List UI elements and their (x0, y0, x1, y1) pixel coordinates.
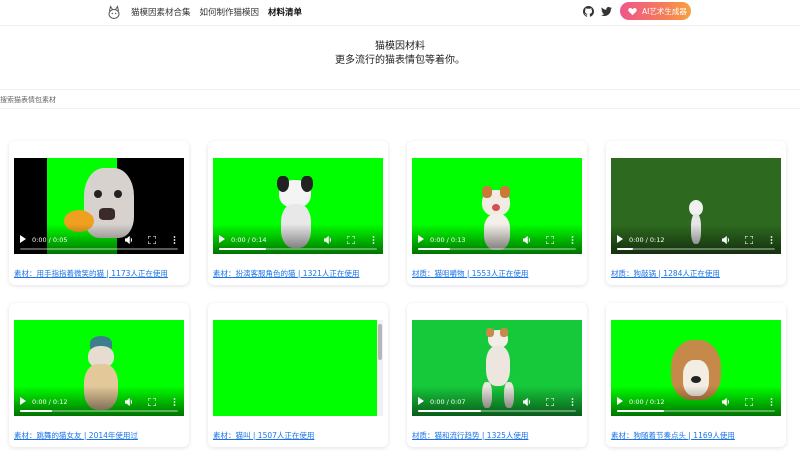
fullscreen-icon[interactable] (745, 398, 753, 406)
fullscreen-icon[interactable] (745, 236, 753, 244)
progress-bar[interactable] (617, 248, 775, 250)
more-options-icon[interactable] (173, 236, 176, 244)
play-icon[interactable] (418, 397, 424, 405)
video-controls: 0:00 / 0:07 (412, 386, 582, 416)
material-card: 0:00 / 0:14 素材：扮演客服角色的猫 | 1321人正在使用 (208, 141, 388, 285)
video-time: 0:00 / 0:12 (629, 236, 665, 244)
heart-icon (628, 7, 637, 15)
video-player[interactable]: 0:00 / 0:07 (412, 320, 582, 416)
video-time: 0:00 / 0:12 (629, 398, 665, 406)
nav-item-materials[interactable]: 材料清单 (268, 6, 302, 18)
volume-icon[interactable] (523, 398, 532, 406)
page-subtitle: 更多流行的猫表情包等着你。 (335, 55, 465, 66)
scrollbar[interactable] (377, 320, 383, 416)
fullscreen-icon[interactable] (148, 236, 156, 244)
material-caption-link[interactable]: 材质：猫咀嚼物 | 1553人正在使用 (412, 268, 528, 279)
volume-icon[interactable] (722, 398, 731, 406)
volume-icon[interactable] (722, 236, 731, 244)
play-icon[interactable] (418, 235, 424, 243)
play-icon[interactable] (20, 235, 26, 243)
play-icon[interactable] (617, 235, 623, 243)
progress-bar[interactable] (418, 410, 576, 412)
twitter-icon[interactable] (601, 6, 612, 17)
page-title: 猫模因材料 (375, 41, 425, 52)
ai-art-generator-button[interactable]: AI艺术生成器 (620, 2, 691, 20)
material-caption-link[interactable]: 素材：猫叫 | 1507人正在使用 (213, 430, 314, 441)
material-card: 0:00 / 0:07 材质：猫和流行趋势 | 1325人使用 (407, 303, 587, 447)
video-controls: 0:00 / 0:14 (213, 224, 383, 254)
volume-icon[interactable] (125, 398, 134, 406)
video-time: 0:00 / 0:05 (32, 236, 68, 244)
more-options-icon[interactable] (770, 236, 773, 244)
search-input[interactable] (0, 93, 300, 107)
material-caption-link[interactable]: 素材：扮演客服角色的猫 | 1321人正在使用 (213, 268, 359, 279)
progress-bar[interactable] (219, 248, 377, 250)
material-card: 0:00 / 0:13 材质：猫咀嚼物 | 1553人正在使用 (407, 141, 587, 285)
fullscreen-icon[interactable] (546, 236, 554, 244)
video-controls: 0:00 / 0:12 (611, 224, 781, 254)
material-card: 0:00 / 0:12 素材：跳舞的猫女友 | 2014年使用过 (9, 303, 189, 447)
nav-item-collection[interactable]: 猫模因素材合集 (131, 6, 191, 18)
volume-icon[interactable] (324, 236, 333, 244)
material-card: 0:00 / 0:05 素材：用手指指着微笑的猫 | 1173人正在使用 (9, 141, 189, 285)
material-card: 0:00 / 0:12 素材：狗随着节奏点头 | 1169人使用 (606, 303, 786, 447)
progress-bar[interactable] (20, 410, 178, 412)
video-time: 0:00 / 0:13 (430, 236, 466, 244)
cat-logo-icon[interactable] (106, 4, 122, 20)
material-caption-link[interactable]: 素材：跳舞的猫女友 | 2014年使用过 (14, 430, 138, 441)
github-icon[interactable] (583, 6, 594, 17)
material-card: 素材：猫叫 | 1507人正在使用 (208, 303, 388, 447)
fullscreen-icon[interactable] (148, 398, 156, 406)
material-caption-link[interactable]: 素材：狗随着节奏点头 | 1169人使用 (611, 430, 735, 441)
top-header: 猫模因素材合集 如何制作猫模因 材料清单 AI艺术生成器 (0, 0, 800, 26)
video-time: 0:00 / 0:12 (32, 398, 68, 406)
fullscreen-icon[interactable] (546, 398, 554, 406)
video-player[interactable]: 0:00 / 0:05 (14, 158, 184, 254)
video-player[interactable]: 0:00 / 0:13 (412, 158, 582, 254)
divider (0, 108, 800, 109)
video-time: 0:00 / 0:07 (430, 398, 466, 406)
video-player[interactable]: 0:00 / 0:12 (14, 320, 184, 416)
video-player[interactable]: 0:00 / 0:12 (611, 158, 781, 254)
video-controls: 0:00 / 0:13 (412, 224, 582, 254)
video-controls: 0:00 / 0:12 (14, 386, 184, 416)
play-icon[interactable] (20, 397, 26, 405)
progress-bar[interactable] (20, 248, 178, 250)
volume-icon[interactable] (125, 236, 134, 244)
nav-item-howto[interactable]: 如何制作猫模因 (200, 6, 260, 18)
more-options-icon[interactable] (770, 398, 773, 406)
video-controls: 0:00 / 0:12 (611, 386, 781, 416)
material-card: 0:00 / 0:12 材质：狗敲锅 | 1284人正在使用 (606, 141, 786, 285)
video-player[interactable]: 0:00 / 0:12 (611, 320, 781, 416)
material-caption-link[interactable]: 素材：用手指指着微笑的猫 | 1173人正在使用 (14, 268, 168, 279)
more-options-icon[interactable] (173, 398, 176, 406)
image-scroll-frame[interactable] (213, 320, 383, 416)
main-nav: 猫模因素材合集 如何制作猫模因 材料清单 (131, 6, 302, 18)
progress-bar[interactable] (617, 410, 775, 412)
progress-bar[interactable] (418, 248, 576, 250)
play-icon[interactable] (219, 235, 225, 243)
scrollbar-thumb[interactable] (378, 324, 382, 360)
material-caption-link[interactable]: 材质：猫和流行趋势 | 1325人使用 (412, 430, 528, 441)
play-icon[interactable] (617, 397, 623, 405)
video-player[interactable]: 0:00 / 0:14 (213, 158, 383, 254)
volume-icon[interactable] (523, 236, 532, 244)
more-options-icon[interactable] (372, 236, 375, 244)
more-options-icon[interactable] (571, 236, 574, 244)
fullscreen-icon[interactable] (347, 236, 355, 244)
hero-section: 猫模因材料 更多流行的猫表情包等着你。 (0, 40, 800, 68)
video-controls: 0:00 / 0:05 (14, 224, 184, 254)
ai-button-label: AI艺术生成器 (642, 6, 687, 16)
divider (0, 89, 800, 90)
material-caption-link[interactable]: 材质：狗敲锅 | 1284人正在使用 (611, 268, 720, 279)
more-options-icon[interactable] (571, 398, 574, 406)
video-time: 0:00 / 0:14 (231, 236, 267, 244)
